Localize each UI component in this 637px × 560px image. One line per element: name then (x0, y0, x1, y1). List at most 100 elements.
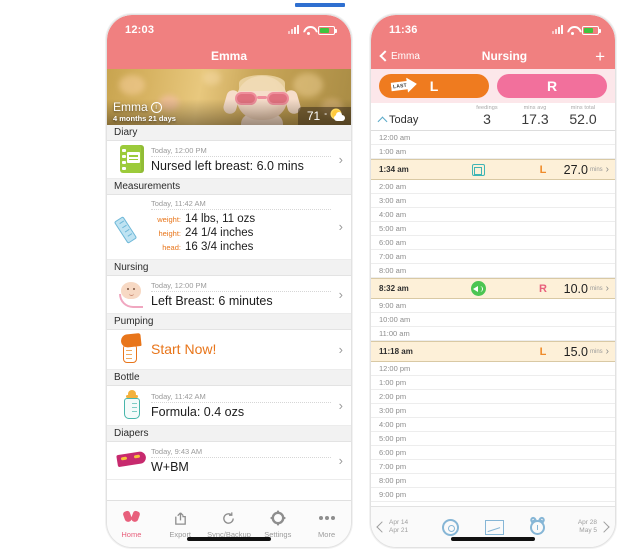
phone-right: 11:36 Emma Nursing + LAST L R Today feed… (370, 14, 616, 548)
chevron-right-icon[interactable]: › (331, 342, 345, 357)
baby-bottle-icon (115, 390, 149, 420)
list-item-bottle[interactable]: Today, 11:42 AM Formula: 0.4 ozs › (107, 386, 351, 427)
section-header-pumping: Pumping (107, 314, 351, 331)
timeline-time-label: 12:00 pm (379, 364, 411, 373)
timeline-time-label: 7:00 pm (379, 462, 407, 471)
daily-stats-bar[interactable]: Today feedings 3 mins avg 17.3 mins tota… (371, 103, 615, 131)
timeline-duration-unit: mins (589, 285, 603, 292)
bottom-icon-group[interactable] (441, 515, 546, 536)
timeline-hour-row: 12:00 pm (371, 362, 615, 376)
tab-export[interactable]: Export (156, 510, 205, 539)
stat-value: 52.0 (569, 111, 597, 127)
timeline-time-label: 9:00 am (379, 301, 407, 310)
timeline-hour-row: 7:00 pm (371, 460, 615, 474)
add-button[interactable]: + (589, 48, 605, 65)
timeline-entry-row[interactable]: 8:32 am R 10.0 mins › (371, 278, 615, 299)
left-breast-button[interactable]: LAST L (379, 74, 489, 98)
left-navbar: Emma (107, 43, 351, 69)
timeline-time-label: 1:34 am (379, 165, 409, 174)
chevron-right-icon[interactable]: › (331, 152, 345, 167)
entry-summary: Formula: 0.4 ozs (151, 404, 245, 419)
list-item-measurements[interactable]: Today, 11:42 AM weight: 14 lbs, 11 ozs h… (107, 195, 351, 261)
page-title: Nursing (481, 49, 528, 63)
chart-icon[interactable] (484, 519, 504, 535)
prev-date-line2: Apr 21 (389, 527, 409, 534)
timeline-duration-value: 27.0 (563, 162, 588, 177)
section-header-diary: Diary (107, 125, 351, 141)
section-header-bottle: Bottle (107, 370, 351, 387)
stat-value: 3 (483, 111, 491, 127)
tab-more[interactable]: More (302, 510, 351, 539)
page-scroll-indicator[interactable] (295, 3, 345, 7)
right-breast-button[interactable]: R (497, 74, 607, 98)
side-selector[interactable]: LAST L R (371, 69, 615, 103)
prev-week-button[interactable]: Apr 14 Apr 21 (376, 519, 409, 535)
timeline-entry-row[interactable]: 11:18 am L 15.0 mins › (371, 341, 615, 362)
timeline-hour-row: 2:00 am (371, 180, 615, 194)
timeline-time-label: 5:00 pm (379, 434, 407, 443)
timeline-hour-row: 8:00 pm (371, 474, 615, 488)
tab-home[interactable]: Home (107, 509, 156, 539)
info-icon[interactable]: i (150, 101, 162, 113)
home-section-list[interactable]: Diary Today, 12:00 PM Nursed left breast… (107, 125, 351, 500)
right-breast-label: R (546, 78, 558, 94)
next-date-line2: May 5 (579, 527, 597, 534)
chevron-right-icon[interactable]: › (606, 283, 609, 294)
timeline-time-label: 3:00 am (379, 196, 407, 205)
list-item-diapers[interactable]: Today, 9:43 AM W+BM › (107, 442, 351, 481)
list-item-body: Today, 11:42 AM Formula: 0.4 ozs (149, 392, 331, 419)
tab-settings[interactable]: Settings (253, 510, 302, 539)
alarm-clock-icon[interactable] (528, 515, 546, 535)
entry-timestamp: Today, 12:00 PM (151, 281, 331, 292)
chevron-right-icon[interactable]: › (331, 219, 345, 234)
bokeh-decoration (203, 71, 221, 85)
timeline-time-label: 4:00 pm (379, 420, 407, 429)
section-header-measurements: Measurements (107, 179, 351, 195)
chevron-right-icon[interactable]: › (331, 453, 345, 468)
timeline-entry-row[interactable]: 1:34 am L 27.0 mins › (371, 159, 615, 180)
list-item-nursing[interactable]: Today, 12:00 PM Left Breast: 6 minutes › (107, 276, 351, 315)
list-item-pumping[interactable]: Start Now! › (107, 330, 351, 371)
tab-sync-backup[interactable]: Sync/Backup (205, 510, 254, 539)
tab-label: Home (121, 529, 142, 539)
journal-icon (115, 145, 149, 173)
entry-summary: W+BM (151, 459, 189, 474)
timeline-hour-row: 6:00 am (371, 236, 615, 250)
ruler-icon (113, 213, 149, 244)
section-header-nursing: Nursing (107, 260, 351, 277)
entry-summary: Nursed left breast: 6.0 mins (151, 158, 304, 173)
next-week-dates: Apr 28 May 5 (578, 519, 597, 535)
chevron-right-icon[interactable]: › (606, 346, 609, 357)
status-icon-group (552, 25, 601, 35)
note-icon[interactable] (471, 163, 485, 176)
chevron-right-icon[interactable]: › (606, 164, 609, 175)
timeline-hour-row: 1:00 am (371, 145, 615, 159)
timeline-hour-row: 6:00 pm (371, 446, 615, 460)
page-title: Emma (210, 49, 248, 63)
day-toggle[interactable]: Today (377, 114, 463, 127)
share-icon (173, 510, 188, 527)
chevron-left-icon (376, 521, 388, 533)
nursing-timeline[interactable]: 12:00 am 1:00 am 1:34 am L 27.0 mins › 2:00 am 3… (371, 131, 615, 506)
entry-timestamp: Today, 12:00 PM (151, 146, 331, 157)
signal-icon (552, 25, 563, 34)
back-button[interactable]: Emma (379, 50, 420, 62)
weather-badge: 71 ° (297, 107, 351, 125)
chevron-right-icon[interactable]: › (331, 287, 345, 302)
timeline-hour-row: 11:00 am (371, 327, 615, 341)
entry-summary: Left Breast: 6 minutes (151, 293, 273, 308)
start-now-label[interactable]: Start Now! (151, 341, 331, 357)
baby-photo-hero[interactable]: Emma i 4 months 21 days 71 ° (107, 69, 351, 125)
next-week-button[interactable]: Apr 28 May 5 (578, 519, 610, 535)
chevron-right-icon[interactable]: › (331, 398, 345, 413)
measurement-label: weight: (157, 215, 181, 224)
sound-icon[interactable] (470, 281, 486, 296)
battery-icon (582, 25, 601, 35)
refresh-icon (221, 510, 236, 527)
list-item-diary[interactable]: Today, 12:00 PM Nursed left breast: 6.0 … (107, 141, 351, 179)
timeline-hour-row: 9:00 am (371, 299, 615, 313)
gear-icon[interactable] (441, 518, 459, 536)
gear-icon (270, 510, 286, 527)
stat-mins-avg: mins avg 17.3 (511, 105, 559, 127)
timeline-hour-row: 10:00 am (371, 313, 615, 327)
